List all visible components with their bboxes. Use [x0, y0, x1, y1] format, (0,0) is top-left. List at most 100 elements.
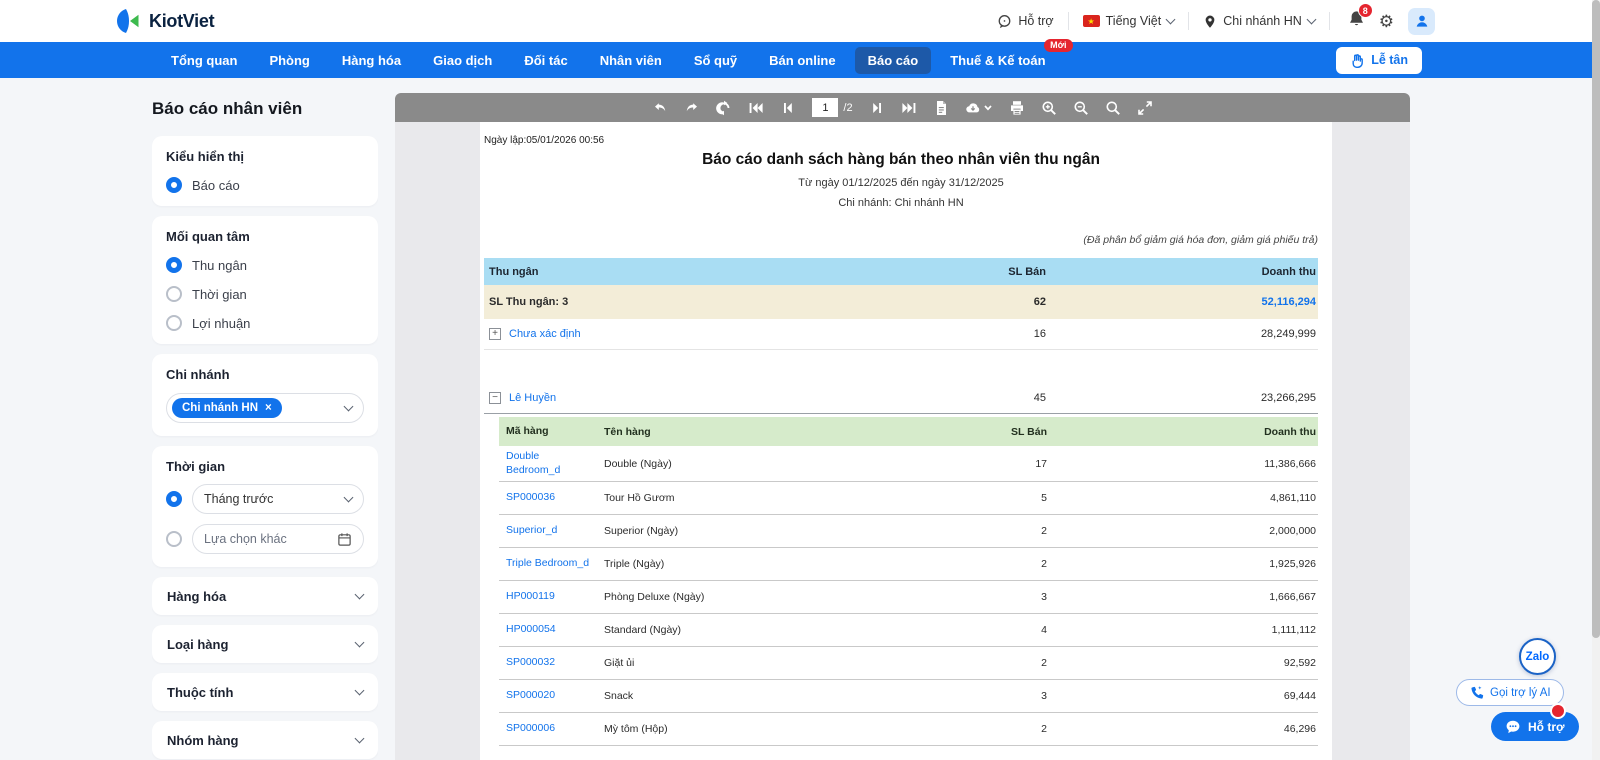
support-chat-button[interactable]: Hỗ trợ	[1491, 712, 1579, 741]
chat-bubble-icon	[1506, 720, 1520, 733]
fullscreen-button[interactable]	[1137, 99, 1153, 117]
product-qty: 17	[1035, 457, 1047, 470]
previous-page-button[interactable]	[780, 99, 796, 117]
scrollbar-thumb[interactable]	[1592, 0, 1600, 639]
product-qty: 3	[1041, 690, 1047, 703]
radio-icon	[166, 315, 182, 331]
zalo-chat-button[interactable]: Zalo	[1519, 638, 1556, 675]
radio-label: Thời gian	[192, 286, 247, 302]
print-button[interactable]	[1009, 99, 1025, 117]
cloud-download-button[interactable]	[965, 99, 993, 117]
section-label: Nhóm hàng	[167, 732, 239, 748]
radio-thu-ngan[interactable]: Thu ngân	[166, 257, 364, 273]
col-product-name: Tên hàng	[604, 425, 651, 438]
vietnam-flag-icon: ★	[1082, 15, 1100, 27]
radio-thoi-gian[interactable]: Thời gian	[166, 286, 364, 302]
branch-chip[interactable]: Chi nhánh HN ×	[172, 398, 282, 418]
section-thuoc-tinh[interactable]: Thuộc tính	[152, 673, 378, 711]
logo-text: KiotViet	[149, 10, 215, 31]
notifications-button[interactable]: 8	[1348, 3, 1373, 32]
remove-chip-icon[interactable]: ×	[265, 402, 272, 414]
expand-icon[interactable]: +	[489, 328, 501, 340]
reception-button[interactable]: Lễ tân	[1336, 46, 1422, 74]
radio-preset-time[interactable]	[166, 491, 182, 507]
divider	[1067, 12, 1069, 30]
page-number-input[interactable]	[812, 98, 839, 117]
search-button[interactable]	[1105, 99, 1121, 117]
page-scrollbar[interactable]	[1592, 0, 1600, 760]
nav-phong[interactable]: Phòng	[256, 47, 322, 74]
radio-bao-cao[interactable]: Báo cáo	[166, 177, 364, 193]
section-loai-hang[interactable]: Loại hàng	[152, 625, 378, 663]
group-name: Chưa xác định	[509, 328, 581, 340]
product-code-link[interactable]: Triple Bedroom_d	[499, 557, 594, 571]
section-hang-hoa[interactable]: Hàng hóa	[152, 577, 378, 615]
nav-nhan-vien[interactable]: Nhân viên	[587, 47, 675, 74]
user-avatar[interactable]	[1408, 7, 1435, 35]
refresh-button[interactable]	[716, 99, 732, 117]
radio-loi-nhuan[interactable]: Lợi nhuận	[166, 315, 364, 331]
person-icon	[1416, 15, 1427, 27]
kiotviet-logo[interactable]: KiotViet	[115, 8, 215, 34]
collapse-group-link[interactable]: − Lê Huyền	[489, 392, 926, 404]
help-menu[interactable]: Hỗ trợ	[997, 14, 1054, 29]
viewer-canvas: Ngày lập:05/01/2026 00:56 Báo cáo danh s…	[395, 122, 1410, 760]
summary-qty: 62	[1033, 296, 1046, 308]
undo-button[interactable]	[652, 99, 668, 117]
nav-tong-quan[interactable]: Tổng quan	[158, 47, 250, 74]
product-code-link[interactable]: Double Bedroom_d	[499, 450, 594, 477]
product-qty: 2	[1041, 525, 1047, 538]
nav-so-quy[interactable]: Sổ quỹ	[681, 47, 750, 74]
summary-label: SL Thu ngân: 3	[489, 296, 569, 308]
divider	[1328, 12, 1330, 30]
product-code-link[interactable]: SP000020	[499, 689, 594, 703]
product-code-link[interactable]: HP000119	[499, 590, 594, 604]
expand-group-link[interactable]: + Chưa xác định	[489, 328, 926, 340]
branch-multiselect[interactable]: Chi nhánh HN ×	[166, 393, 364, 423]
product-code-link[interactable]: HP000054	[499, 623, 594, 637]
product-row: SP000006 Mỳ tôm (Hộp) 2 46,296	[499, 713, 1318, 747]
nav-hang-hoa[interactable]: Hàng hóa	[329, 47, 414, 74]
product-code-link[interactable]: SP000036	[499, 491, 594, 505]
language-selector[interactable]: ★ Tiếng Việt	[1082, 14, 1176, 28]
product-subtable: Mã hàng Tên hàng SL Bán Doanh thu Double…	[499, 417, 1318, 747]
product-revenue: 4,861,110	[1270, 492, 1316, 505]
zoom-out-button[interactable]	[1073, 99, 1089, 117]
product-code-link[interactable]: SP000006	[499, 722, 594, 736]
last-page-button[interactable]	[901, 99, 917, 117]
radio-custom-time[interactable]	[166, 531, 182, 547]
ai-assistant-call-button[interactable]: Gọi trợ lý AI	[1456, 679, 1564, 706]
branch-selector[interactable]: Chi nhánh HN	[1203, 14, 1317, 29]
summary-row: SL Thu ngân: 3 62 52,116,294	[484, 285, 1318, 319]
product-qty: 2	[1041, 657, 1047, 670]
section-nhom-hang[interactable]: Nhóm hàng	[152, 721, 378, 759]
viewer-toolbar: /2	[395, 93, 1410, 122]
time-preset-select[interactable]: Tháng trước	[192, 484, 364, 514]
new-badge: Mới	[1044, 38, 1073, 52]
product-code-link[interactable]: SP000032	[499, 656, 594, 670]
col-product-qty: SL Bán	[1011, 425, 1047, 438]
report-title: Báo cáo danh sách hàng bán theo nhân viê…	[702, 151, 1100, 168]
redo-button[interactable]	[684, 99, 700, 117]
next-page-button[interactable]	[869, 99, 885, 117]
export-document-button[interactable]	[933, 99, 949, 117]
product-revenue: 2,000,000	[1269, 525, 1316, 538]
nav-bao-cao[interactable]: Báo cáo	[854, 46, 932, 74]
product-row: Double Bedroom_d Double (Ngày) 17 11,386…	[499, 446, 1318, 483]
subtable-header-row: Mã hàng Tên hàng SL Bán Doanh thu	[499, 417, 1318, 446]
nav-doi-tac[interactable]: Đối tác	[511, 47, 580, 74]
time-custom-input[interactable]: Lựa chọn khác	[192, 524, 364, 554]
location-pin-icon	[1205, 15, 1215, 28]
nav-thue-ke-toan[interactable]: Thuế & Kế toán Mới	[937, 38, 1073, 74]
product-name: Triple (Ngày)	[604, 558, 665, 571]
settings-gear-icon[interactable]: ⚙	[1379, 13, 1394, 30]
product-name: Double (Ngày)	[604, 457, 672, 470]
first-page-button[interactable]	[748, 99, 764, 117]
zoom-in-button[interactable]	[1041, 99, 1057, 117]
product-code-link[interactable]: Superior_d	[499, 524, 594, 538]
product-row: Superior_d Superior (Ngày) 2 2,000,000	[499, 515, 1318, 549]
nav-ban-online[interactable]: Bán online	[756, 47, 848, 74]
notification-count-badge: 8	[1357, 3, 1373, 18]
nav-giao-dich[interactable]: Giao dịch	[420, 47, 505, 74]
collapse-icon[interactable]: −	[489, 392, 501, 404]
